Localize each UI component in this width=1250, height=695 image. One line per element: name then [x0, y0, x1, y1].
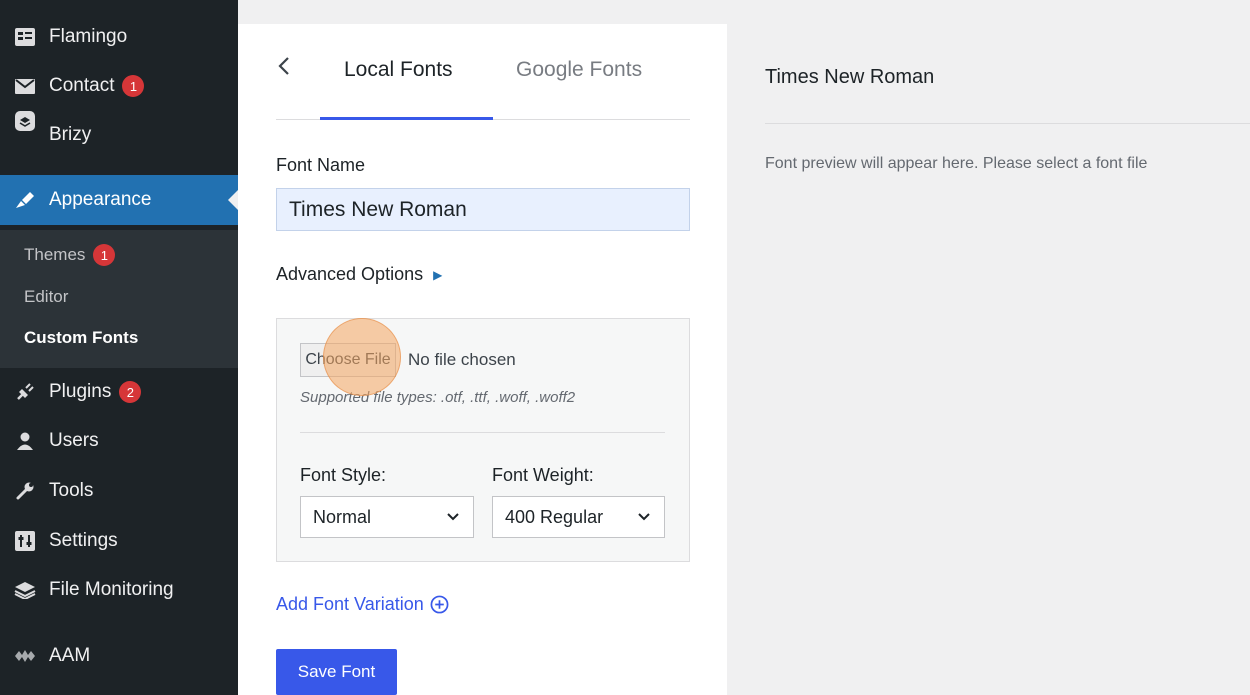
menu-label-settings: Settings: [49, 530, 118, 551]
menu-label-flamingo: Flamingo: [49, 26, 128, 47]
preview-title: Times New Roman: [765, 66, 935, 88]
submenu-themes[interactable]: Themes 1: [24, 244, 116, 266]
font-form-panel: Local Fonts Google Fonts Font Name Advan…: [238, 24, 727, 695]
chevron-down-icon: [638, 513, 650, 521]
font-name-label: Font Name: [276, 155, 366, 175]
active-menu-arrow: [228, 190, 238, 210]
menu-item-flamingo[interactable]: Flamingo: [0, 17, 238, 57]
font-weight-select[interactable]: 400 Regular: [492, 496, 665, 538]
add-font-variation-link[interactable]: Add Font Variation: [276, 594, 449, 615]
menu-label-brizy: Brizy: [49, 124, 92, 145]
submenu-label-themes: Themes: [24, 245, 86, 264]
brizy-icon: [14, 110, 36, 132]
aam-icon: [14, 645, 36, 667]
users-icon: [14, 430, 36, 452]
font-weight-label: Font Weight:: [492, 465, 594, 485]
choose-file-button[interactable]: Choose File: [300, 343, 396, 377]
font-style-value: Normal: [313, 506, 372, 527]
menu-label-plugins: Plugins: [49, 381, 112, 402]
menu-item-contact[interactable]: Contact 1: [0, 66, 238, 106]
flamingo-icon: [14, 26, 36, 48]
mail-icon: [14, 75, 36, 97]
admin-top-strip: [238, 0, 1250, 10]
tab-local-fonts[interactable]: Local Fonts: [344, 58, 453, 82]
menu-item-plugins[interactable]: Plugins 2: [0, 372, 238, 412]
preview-divider: [765, 123, 1250, 124]
menu-label-appearance: Appearance: [49, 189, 152, 210]
admin-sidebar: Flamingo Contact 1 Brizy Appearance Them…: [0, 0, 238, 695]
active-tab-indicator: [320, 117, 493, 120]
advanced-options-toggle[interactable]: Advanced Options ▶: [276, 264, 442, 285]
contact-count-badge: 1: [122, 75, 145, 97]
preview-placeholder: Font preview will appear here. Please se…: [765, 155, 1148, 172]
submenu-editor[interactable]: Editor: [24, 287, 68, 307]
menu-label-file-monitoring: File Monitoring: [49, 579, 174, 600]
font-weight-value: 400 Regular: [505, 506, 604, 527]
plugin-icon: [14, 381, 36, 403]
chevron-left-icon: [278, 57, 289, 75]
menu-label-aam: AAM: [49, 645, 91, 666]
menu-item-users[interactable]: Users: [0, 421, 238, 461]
menu-label-tools: Tools: [49, 480, 94, 501]
menu-label-contact: Contact: [49, 75, 115, 96]
appearance-submenu: Themes 1 Editor Custom Fonts: [0, 230, 238, 368]
font-upload-box: Choose File No file chosen Supported fil…: [276, 318, 690, 562]
submenu-label-editor: Editor: [24, 287, 69, 306]
chevron-down-icon: [447, 513, 459, 521]
submenu-label-custom-fonts: Custom Fonts: [24, 328, 139, 347]
tab-google-fonts[interactable]: Google Fonts: [516, 58, 642, 82]
plugins-count-badge: 2: [119, 381, 142, 403]
menu-item-settings[interactable]: Settings: [0, 521, 238, 561]
advanced-options-label: Advanced Options: [276, 264, 424, 284]
menu-item-aam[interactable]: AAM: [0, 636, 238, 676]
brush-icon: [14, 189, 36, 211]
themes-count-badge: 1: [93, 244, 116, 266]
add-font-variation-label: Add Font Variation: [276, 594, 424, 614]
font-style-label: Font Style:: [300, 465, 387, 485]
menu-label-users: Users: [49, 430, 99, 451]
font-source-tabs: Local Fonts Google Fonts: [276, 24, 690, 120]
back-button[interactable]: [276, 54, 300, 84]
settings-icon: [14, 530, 36, 552]
menu-item-tools[interactable]: Tools: [0, 471, 238, 511]
supported-types-hint: Supported file types: .otf, .ttf, .woff,…: [300, 389, 576, 406]
layers-icon: [14, 579, 36, 601]
menu-item-appearance[interactable]: Appearance: [0, 175, 238, 225]
upload-divider: [300, 432, 665, 433]
wrench-icon: [14, 480, 36, 502]
submenu-custom-fonts[interactable]: Custom Fonts: [24, 328, 138, 348]
menu-item-file-monitoring[interactable]: File Monitoring: [0, 570, 238, 610]
plus-circle-icon: [430, 595, 449, 614]
menu-item-brizy[interactable]: Brizy: [0, 111, 238, 156]
save-font-button[interactable]: Save Font: [276, 649, 397, 695]
font-name-input[interactable]: [276, 188, 690, 231]
file-status-text: No file chosen: [408, 350, 516, 369]
font-style-select[interactable]: Normal: [300, 496, 474, 538]
triangle-right-icon: ▶: [433, 267, 443, 282]
